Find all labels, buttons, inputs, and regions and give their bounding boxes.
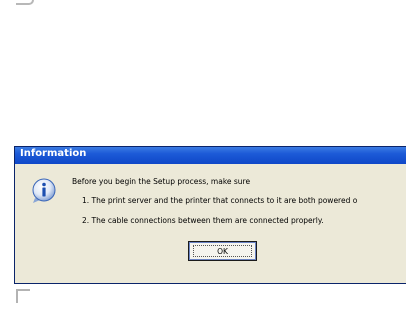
info-icon [32,178,56,203]
dialog-message-item: 1. The print server and the printer that… [82,196,358,205]
information-dialog: Information Before you begin the Setup p… [14,146,406,284]
page-corner-mark [16,289,30,303]
dialog-titlebar[interactable]: Information [15,147,406,164]
dialog-message-intro: Before you begin the Setup process, make… [72,177,251,186]
dialog-message-item: 2. The cable connections between them ar… [82,216,324,225]
page-corner-mark [16,0,34,5]
ok-button-label: OK [217,246,228,256]
ok-button[interactable]: OK [188,241,257,261]
dialog-title: Information [20,148,87,159]
